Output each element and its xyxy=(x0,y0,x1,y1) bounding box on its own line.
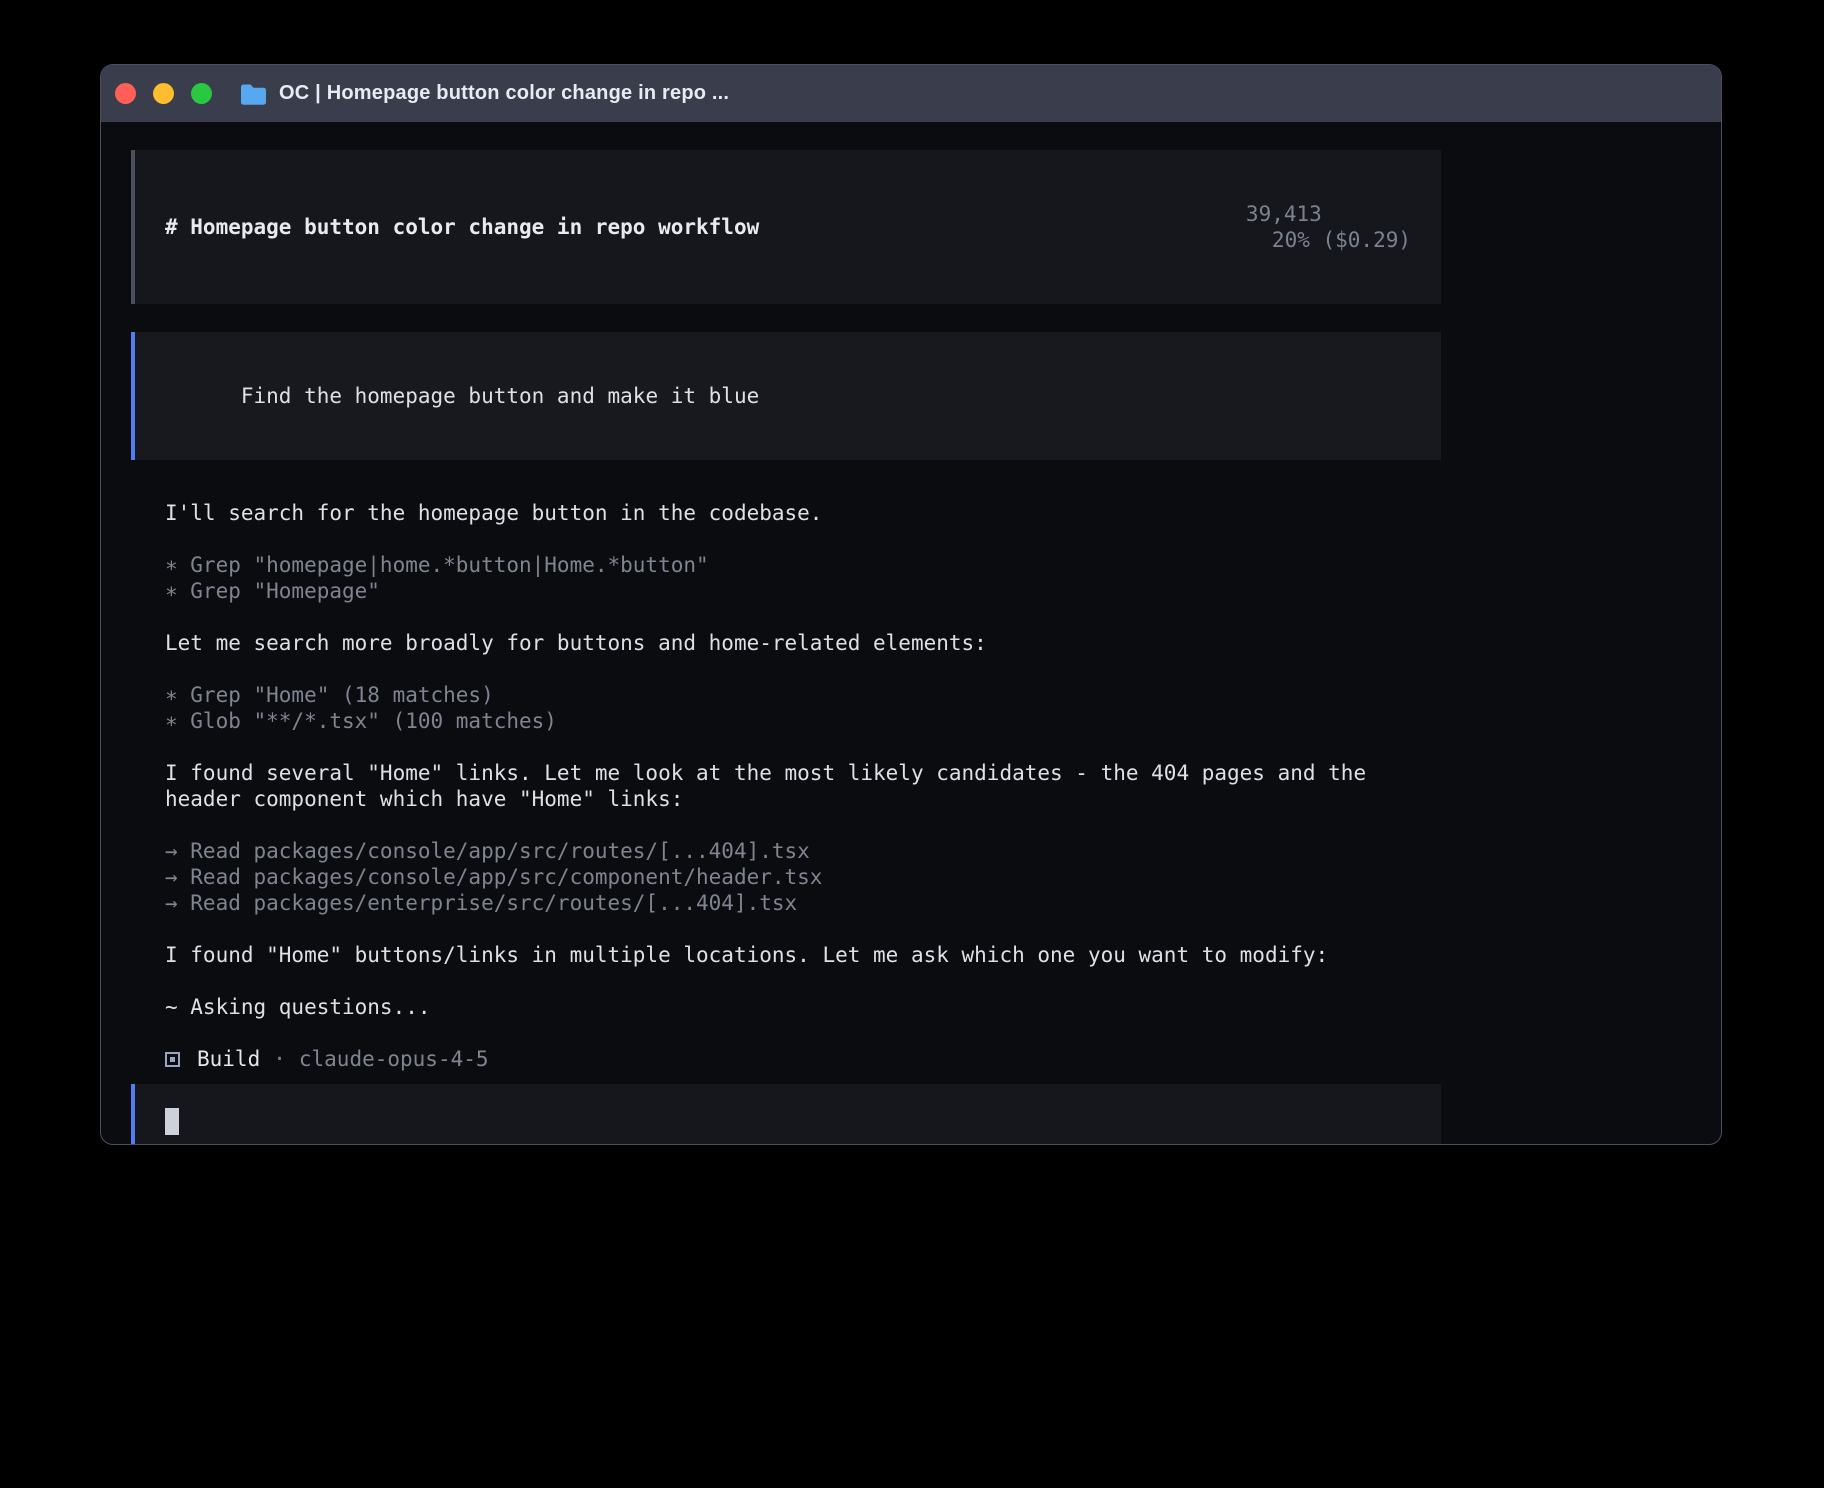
assistant-text: Let me search more broadly for buttons a… xyxy=(165,630,1721,656)
assistant-text: I found several "Home" links. Let me loo… xyxy=(165,760,1405,812)
session-header: # Homepage button color change in repo w… xyxy=(131,150,1441,304)
folder-icon xyxy=(240,83,267,105)
terminal-window: OC | Homepage button color change in rep… xyxy=(100,64,1722,1145)
agent-model: claude-opus-4-5 xyxy=(299,1046,489,1072)
assistant-text: I'll search for the homepage button in t… xyxy=(165,500,1721,526)
agent-name: Build xyxy=(197,1046,260,1072)
traffic-lights xyxy=(115,83,212,104)
tool-call-read: → Read packages/console/app/src/routes/[… xyxy=(165,838,1721,864)
window-titlebar[interactable]: OC | Homepage button color change in rep… xyxy=(101,65,1721,122)
session-stats: 39,413 20% ($0.29) xyxy=(1145,175,1411,279)
assistant-transcript: I'll search for the homepage button in t… xyxy=(165,500,1721,1072)
session-view: # Homepage button color change in repo w… xyxy=(101,122,1721,1145)
desktop: { "window": { "titlebar": { "title": "OC… xyxy=(0,0,1824,1488)
text-cursor xyxy=(165,1108,179,1135)
window-title: OC | Homepage button color change in rep… xyxy=(279,82,729,105)
close-button[interactable] xyxy=(115,83,136,104)
agent-separator: · xyxy=(273,1046,286,1072)
tool-call-read: → Read packages/console/app/src/componen… xyxy=(165,864,1721,890)
user-message: Find the homepage button and make it blu… xyxy=(131,332,1441,460)
token-count: 39,413 xyxy=(1246,202,1322,226)
status-asking-questions: ~ Asking questions... xyxy=(165,994,1721,1020)
zoom-button[interactable] xyxy=(191,83,212,104)
assistant-text: I found "Home" buttons/links in multiple… xyxy=(165,942,1721,968)
agent-build-icon xyxy=(165,1052,180,1067)
minimize-button[interactable] xyxy=(153,83,174,104)
tool-call-grep: ∗ Grep "Homepage" xyxy=(165,578,1721,604)
tool-call-read: → Read packages/enterprise/src/routes/[.… xyxy=(165,890,1721,916)
tool-call-grep: ∗ Grep "Home" (18 matches) xyxy=(165,682,1721,708)
user-message-text: Find the homepage button and make it blu… xyxy=(241,384,759,408)
tool-call-glob: ∗ Glob "**/*.tsx" (100 matches) xyxy=(165,708,1721,734)
prompt-input[interactable]: Build Claude Opus 4.5 OpenCode Zen xyxy=(131,1084,1441,1145)
context-usage: 20% ($0.29) xyxy=(1272,228,1411,252)
session-title: # Homepage button color change in repo w… xyxy=(165,214,759,240)
tool-call-grep: ∗ Grep "homepage|home.*button|Home.*butt… xyxy=(165,552,1721,578)
agent-status-row: Build · claude-opus-4-5 xyxy=(165,1046,1721,1072)
